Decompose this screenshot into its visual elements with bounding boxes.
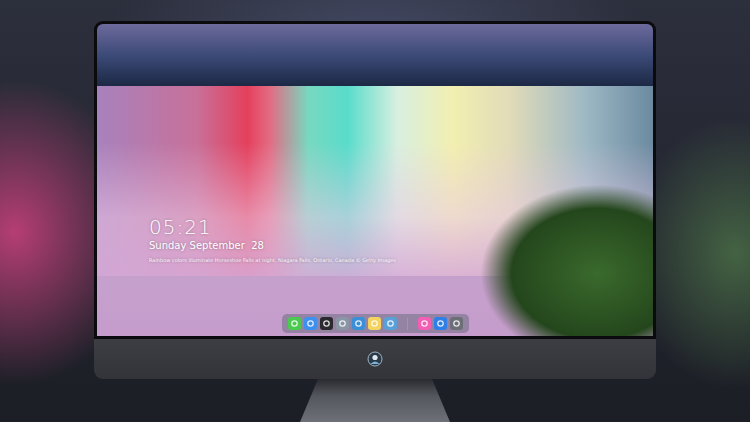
dock-app-icon[interactable] <box>352 317 365 330</box>
monitor-chin <box>94 339 656 379</box>
monitor-stand <box>300 379 450 422</box>
dock-app-icon[interactable] <box>384 317 397 330</box>
app-glyph-icon <box>370 319 379 328</box>
lock-info: 05:21Sunday September 28 Rainbow colors i… <box>149 215 653 264</box>
wallpaper-caption: Rainbow colors illuminate Horseshoe Fall… <box>149 256 653 264</box>
lock-screen: 05:21Sunday September 28 Rainbow colors i… <box>97 24 653 336</box>
app-glyph-icon <box>354 319 363 328</box>
app-glyph-icon <box>338 319 347 328</box>
brand-logo-icon <box>367 351 383 367</box>
dock-app-icon[interactable] <box>368 317 381 330</box>
dock-app-icon[interactable] <box>418 317 431 330</box>
app-glyph-icon <box>386 319 395 328</box>
app-glyph-icon <box>306 319 315 328</box>
dock-separator <box>407 318 408 330</box>
dock <box>282 314 469 333</box>
clock-date: Sunday September 28 <box>149 239 653 253</box>
app-glyph-icon <box>452 319 461 328</box>
dock-app-icon[interactable] <box>434 317 447 330</box>
monitor: 05:21Sunday September 28 Rainbow colors i… <box>94 21 656 379</box>
app-glyph-icon <box>322 319 331 328</box>
desktop-page: 05:21Sunday September 28 Rainbow colors i… <box>0 0 750 422</box>
app-glyph-icon <box>290 319 299 328</box>
monitor-bezel: 05:21Sunday September 28 Rainbow colors i… <box>94 21 656 339</box>
app-glyph-icon <box>420 319 429 328</box>
dock-app-icon[interactable] <box>336 317 349 330</box>
dock-app-icon[interactable] <box>450 317 463 330</box>
dock-app-icon[interactable] <box>288 317 301 330</box>
dock-app-icon[interactable] <box>320 317 333 330</box>
app-glyph-icon <box>436 319 445 328</box>
clock-time: 05:21 <box>149 215 653 239</box>
dock-app-icon[interactable] <box>304 317 317 330</box>
